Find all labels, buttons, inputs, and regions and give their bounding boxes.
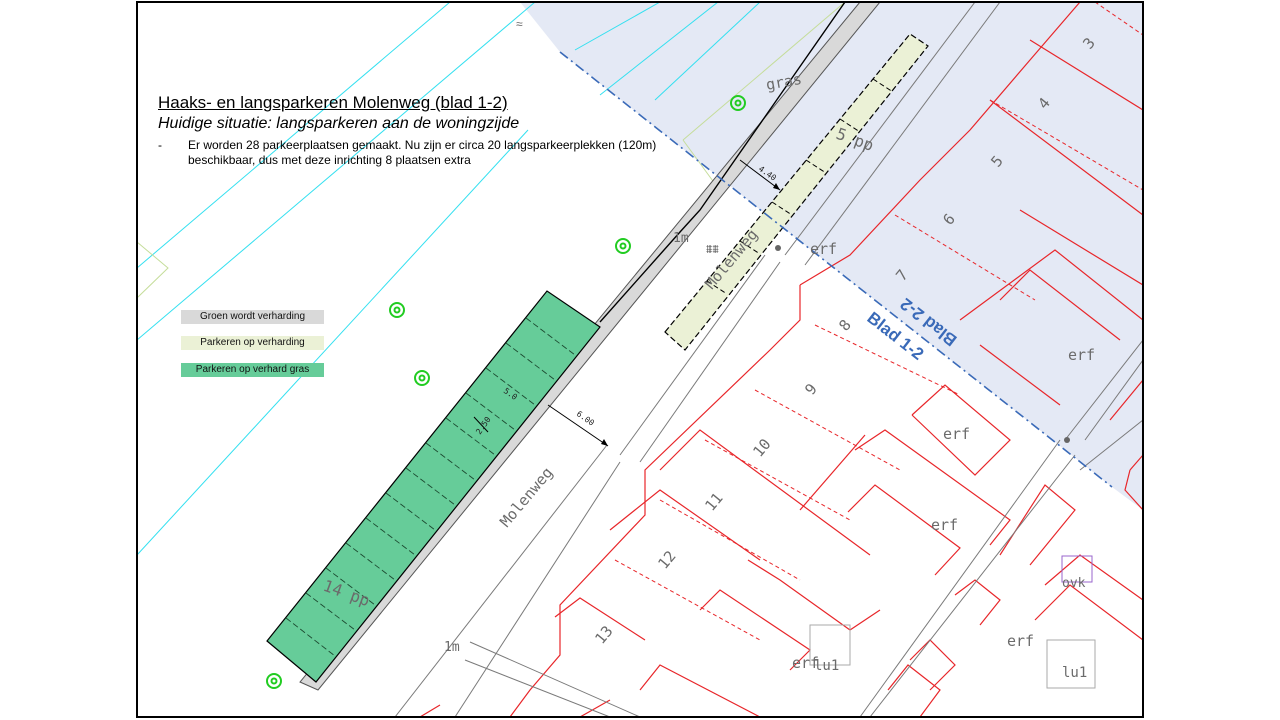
ovk-label: ovk — [1062, 576, 1086, 591]
lu-label-2: lu1 — [1062, 665, 1087, 681]
bullet-item: - Er worden 28 parkeerplaatsen gemaakt. … — [158, 138, 708, 168]
erf-label-2: erf — [1068, 346, 1095, 364]
erf-label-1: erf — [810, 240, 837, 258]
legend-item-yellow: Parkeren op verharding — [181, 336, 324, 350]
slide: ≈ ⩩⩩ Molenweg Molenweg 14 pp 5 pp gras 1… — [0, 0, 1280, 720]
manhole-icon — [1064, 437, 1070, 443]
house-number-13: 13 — [591, 622, 616, 647]
street-name-bottom: Molenweg — [496, 464, 556, 531]
manhole-icon — [775, 245, 781, 251]
house-number-9: 9 — [801, 380, 821, 398]
house-number-11: 11 — [701, 489, 726, 514]
erf-label-3: erf — [943, 425, 970, 443]
legend-item-green: Parkeren op verhard gras — [181, 363, 324, 377]
erf-label-5: erf — [1007, 632, 1034, 650]
water-icon: ≈ — [516, 17, 523, 31]
lu-label-1: lu1 — [814, 658, 839, 674]
bullet-text: Er worden 28 parkeerplaatsen gemaakt. Nu… — [188, 138, 657, 167]
fence-icon: ⩩⩩ — [706, 242, 719, 256]
page-subtitle: Huidige situatie: langsparkeren aan de w… — [158, 115, 520, 132]
house-number-10: 10 — [749, 435, 774, 460]
house-number-12: 12 — [654, 547, 679, 572]
width-1m-top: 1m — [673, 231, 689, 246]
tree-icon — [414, 370, 430, 386]
erf-label-4: erf — [931, 516, 958, 534]
legend-item-grey: Groen wordt verharding — [181, 310, 324, 324]
page-title: Haaks- en langsparkeren Molenweg (blad 1… — [158, 93, 508, 112]
title-block: Haaks- en langsparkeren Molenweg (blad 1… — [158, 93, 678, 168]
tree-icon — [615, 238, 631, 254]
tree-icon — [389, 302, 405, 318]
width-1m-bottom: 1m — [444, 640, 460, 655]
arrow-head-2 — [601, 439, 608, 446]
house-number-8: 8 — [835, 316, 855, 334]
tree-icon — [266, 673, 282, 689]
bullet-marker: - — [158, 138, 162, 152]
